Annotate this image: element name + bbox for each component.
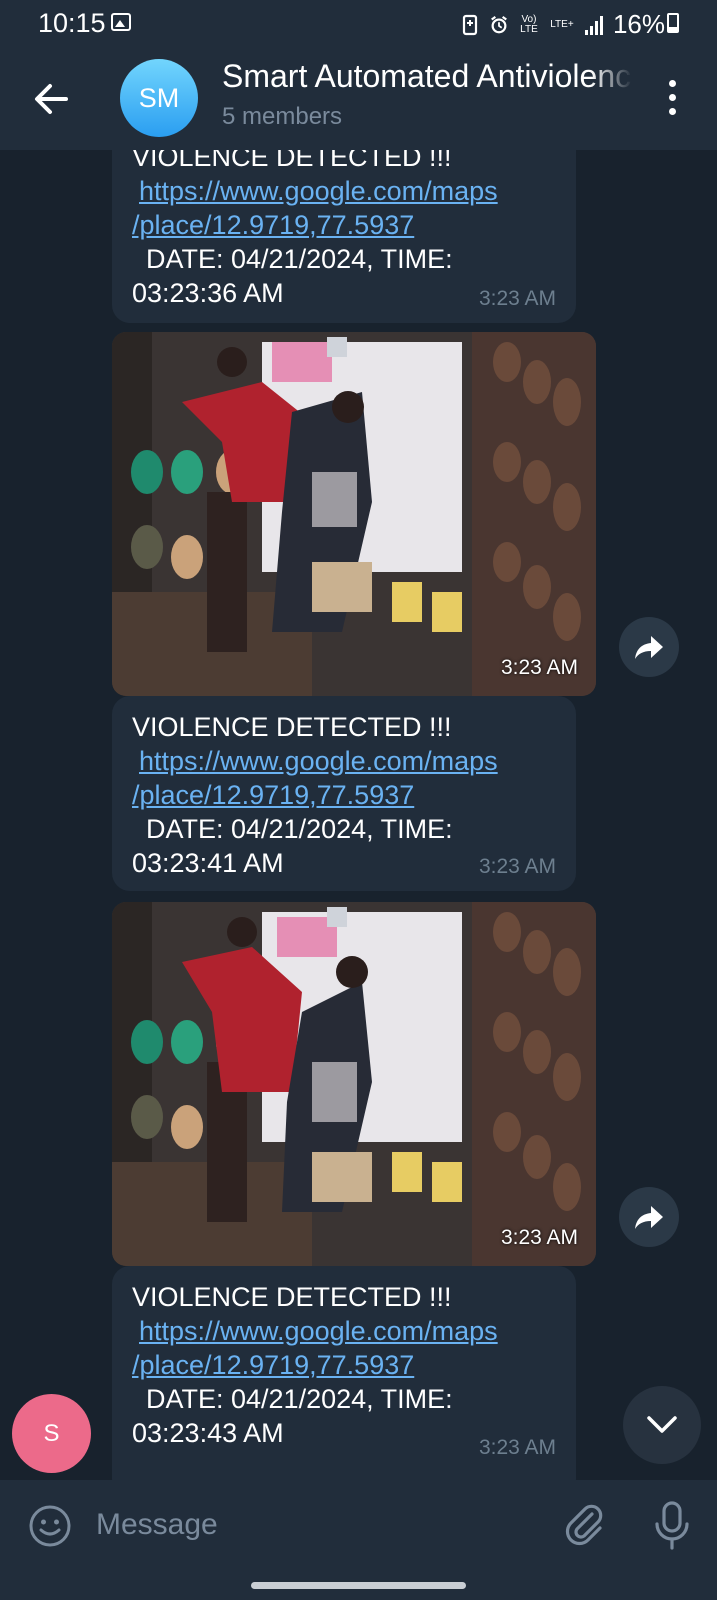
chevron-down-icon (647, 1416, 677, 1433)
volte-indicator: Vo) LTE (520, 13, 538, 35)
more-vertical-icon[interactable] (660, 78, 684, 118)
alarm-icon (491, 15, 507, 33)
share-arrow-icon (635, 1206, 663, 1229)
home-gesture-handle[interactable] (251, 1582, 466, 1589)
alert-date: DATE: 04/21/2024, TIME: (146, 814, 453, 844)
alert-heading: VIOLENCE DETECTED !!! (132, 150, 452, 172)
message-timestamp: 3:23 AM (478, 855, 556, 878)
status-bar: 10:15 Vo) LTE LTE+ 16% (0, 0, 717, 48)
status-icons: Vo) LTE LTE+ 16% (460, 9, 665, 40)
alert-heading: VIOLENCE DETECTED !!! (132, 712, 452, 742)
paperclip-icon[interactable] (562, 1502, 608, 1548)
message-input[interactable] (94, 1502, 518, 1548)
map-link-continued[interactable]: /place/12.9719,77.5937 (132, 778, 556, 812)
message-composer (0, 1480, 717, 1570)
photo-timestamp: 3:23 AM (500, 656, 578, 679)
alert-date: DATE: 04/21/2024, TIME: (146, 1384, 453, 1414)
text-message[interactable]: VIOLENCE DETECTED !!! https://www.google… (112, 150, 576, 323)
share-button[interactable] (619, 617, 679, 677)
map-link-continued[interactable]: /place/12.9719,77.5937 (132, 208, 556, 242)
photo-timestamp: 3:23 AM (500, 1226, 578, 1249)
cctv-photo[interactable]: 3:23 AM (112, 902, 596, 1266)
lte-indicator: LTE+ (550, 18, 574, 30)
system-navigation-bar (0, 1570, 717, 1600)
text-message[interactable]: VIOLENCE DETECTED !!! https://www.google… (112, 696, 576, 891)
alert-date: DATE: 04/21/2024, TIME: (146, 244, 453, 274)
message-timestamp: 3:23 AM (478, 287, 556, 310)
share-button[interactable] (619, 1187, 679, 1247)
message-list[interactable]: VIOLENCE DETECTED !!! https://www.google… (0, 150, 717, 1480)
cctv-frame-image (112, 902, 596, 1266)
emoji-icon[interactable] (28, 1504, 72, 1548)
text-message[interactable]: VIOLENCE DETECTED !!! https://www.google… (112, 1266, 576, 1480)
cctv-photo[interactable]: 3:23 AM (112, 332, 596, 696)
group-avatar[interactable]: SM (120, 59, 198, 137)
map-link-continued[interactable]: /place/12.9719,77.5937 (132, 1348, 556, 1382)
map-link[interactable]: https://www.google.com/maps (132, 174, 556, 208)
chat-header: SM Smart Automated Antiviolence 5 member… (0, 48, 717, 150)
scroll-down-button[interactable] (623, 1386, 701, 1464)
signal-icon (584, 15, 603, 35)
share-arrow-icon (635, 636, 663, 659)
status-time: 10:15 (38, 8, 106, 38)
member-count: 5 members (222, 103, 343, 130)
chat-title[interactable]: Smart Automated Antiviolence (222, 58, 632, 95)
battery-icon (667, 13, 679, 33)
microphone-icon[interactable] (653, 1500, 691, 1552)
message-timestamp: 3:23 AM (478, 1436, 556, 1459)
cctv-frame-image (112, 332, 596, 696)
alert-heading: VIOLENCE DETECTED !!! (132, 1282, 452, 1312)
screenshot-icon (462, 14, 478, 35)
map-link[interactable]: https://www.google.com/maps (132, 744, 556, 778)
battery-percent: 16% (612, 9, 665, 39)
back-arrow-icon[interactable] (28, 76, 74, 122)
sender-avatar[interactable]: S (12, 1394, 91, 1473)
map-link[interactable]: https://www.google.com/maps (132, 1314, 556, 1348)
gallery-notification-icon (111, 13, 131, 31)
